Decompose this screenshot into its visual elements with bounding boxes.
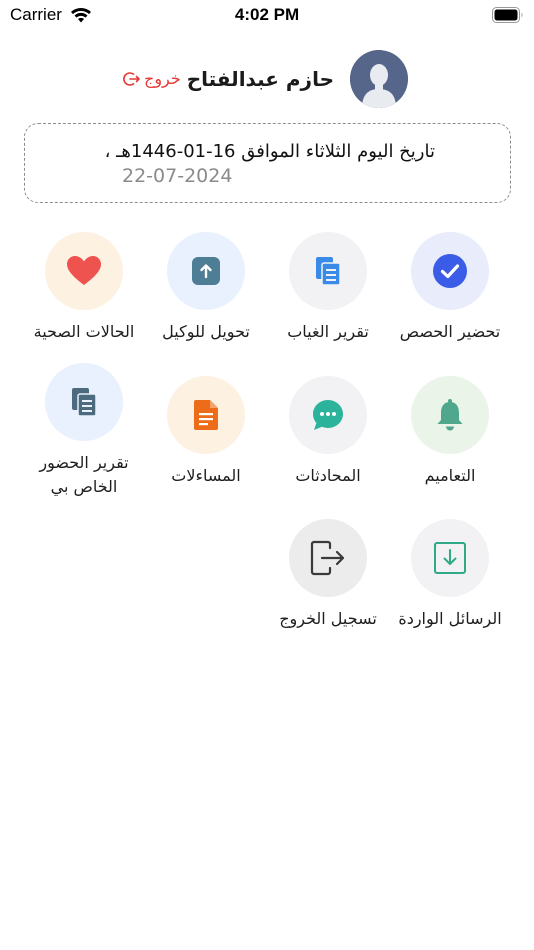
documents-icon [72,388,97,417]
status-time: 4:02 PM [234,5,300,24]
menu-item-label: المحادثات [295,466,361,485]
menu-item-icon-bg [411,376,489,454]
menu-item-sign-out[interactable]: تسجيل الخروج [263,519,393,631]
menu-item-label: الحالات الصحية [33,322,135,341]
menu-item-label: المساءلات [171,466,241,485]
menu-item-health-cases[interactable]: الحالات الصحية [19,232,149,344]
menu-item-icon-bg [289,519,367,597]
logout-label: خروج [144,69,181,88]
check-circle-icon [433,254,467,288]
menu-item-icon-bg [167,376,245,454]
menu-item-label: الرسائل الواردة [398,609,502,628]
status-bar: Carrier 4:02 PM [0,0,534,32]
menu-item-label: تسجيل الخروج [279,609,377,628]
menu-item-absence-report[interactable]: تقرير الغياب [263,232,393,344]
menu-item-icon-bg [411,519,489,597]
user-name: حازم عبدالفتاح [186,67,334,91]
user-silhouette-icon [350,50,408,108]
menu-item-accountabilities[interactable]: المساءلات [141,376,271,488]
logout-icon [310,540,345,576]
menu-item-icon-bg [45,232,123,310]
menu-item-transfer-to-deputy[interactable]: تحويل للوكيل [141,232,271,344]
menu-item-icon-bg [45,363,123,441]
menu-item-my-attendance-report[interactable]: تقرير الحضور الخاص بي [19,363,149,499]
menu-item-icon-bg [411,232,489,310]
avatar[interactable] [350,50,408,108]
menu-item-label: تقرير الحضور الخاص بي [39,453,129,496]
inbox-download-icon [434,542,466,574]
heart-icon [67,256,101,285]
documents-icon [316,257,341,286]
battery-icon [492,7,523,23]
menu-item-inbox[interactable]: الرسائل الواردة [385,519,515,631]
menu-item-icon-bg [289,376,367,454]
chat-bubble-icon [313,400,343,430]
menu-item-label: التعاميم [424,466,476,485]
document-icon [194,400,218,430]
gregorian-date: 22-07-2024 [122,165,233,187]
menu-item-label: تقرير الغياب [287,322,369,341]
menu-item-label: تحويل للوكيل [162,322,250,341]
bell-icon [437,399,463,431]
menu-item-icon-bg [167,232,245,310]
menu-item-label: تحضير الحصص [399,322,501,341]
menu-item-circulars[interactable]: التعاميم [385,376,515,488]
menu-item-chats[interactable]: المحادثات [263,376,393,488]
hijri-date: تاريخ اليوم الثلاثاء الموافق 16-01-1446ه… [104,141,435,162]
profile-header: حازم عبدالفتاح خروج [0,50,534,110]
upload-icon [192,257,220,285]
logout-arrow-icon [123,71,140,86]
logout-link[interactable]: خروج [123,69,181,88]
menu-item-icon-bg [289,232,367,310]
date-card: تاريخ اليوم الثلاثاء الموافق 16-01-1446ه… [24,123,511,203]
menu-item-class-preparation[interactable]: تحضير الحصص [385,232,515,344]
